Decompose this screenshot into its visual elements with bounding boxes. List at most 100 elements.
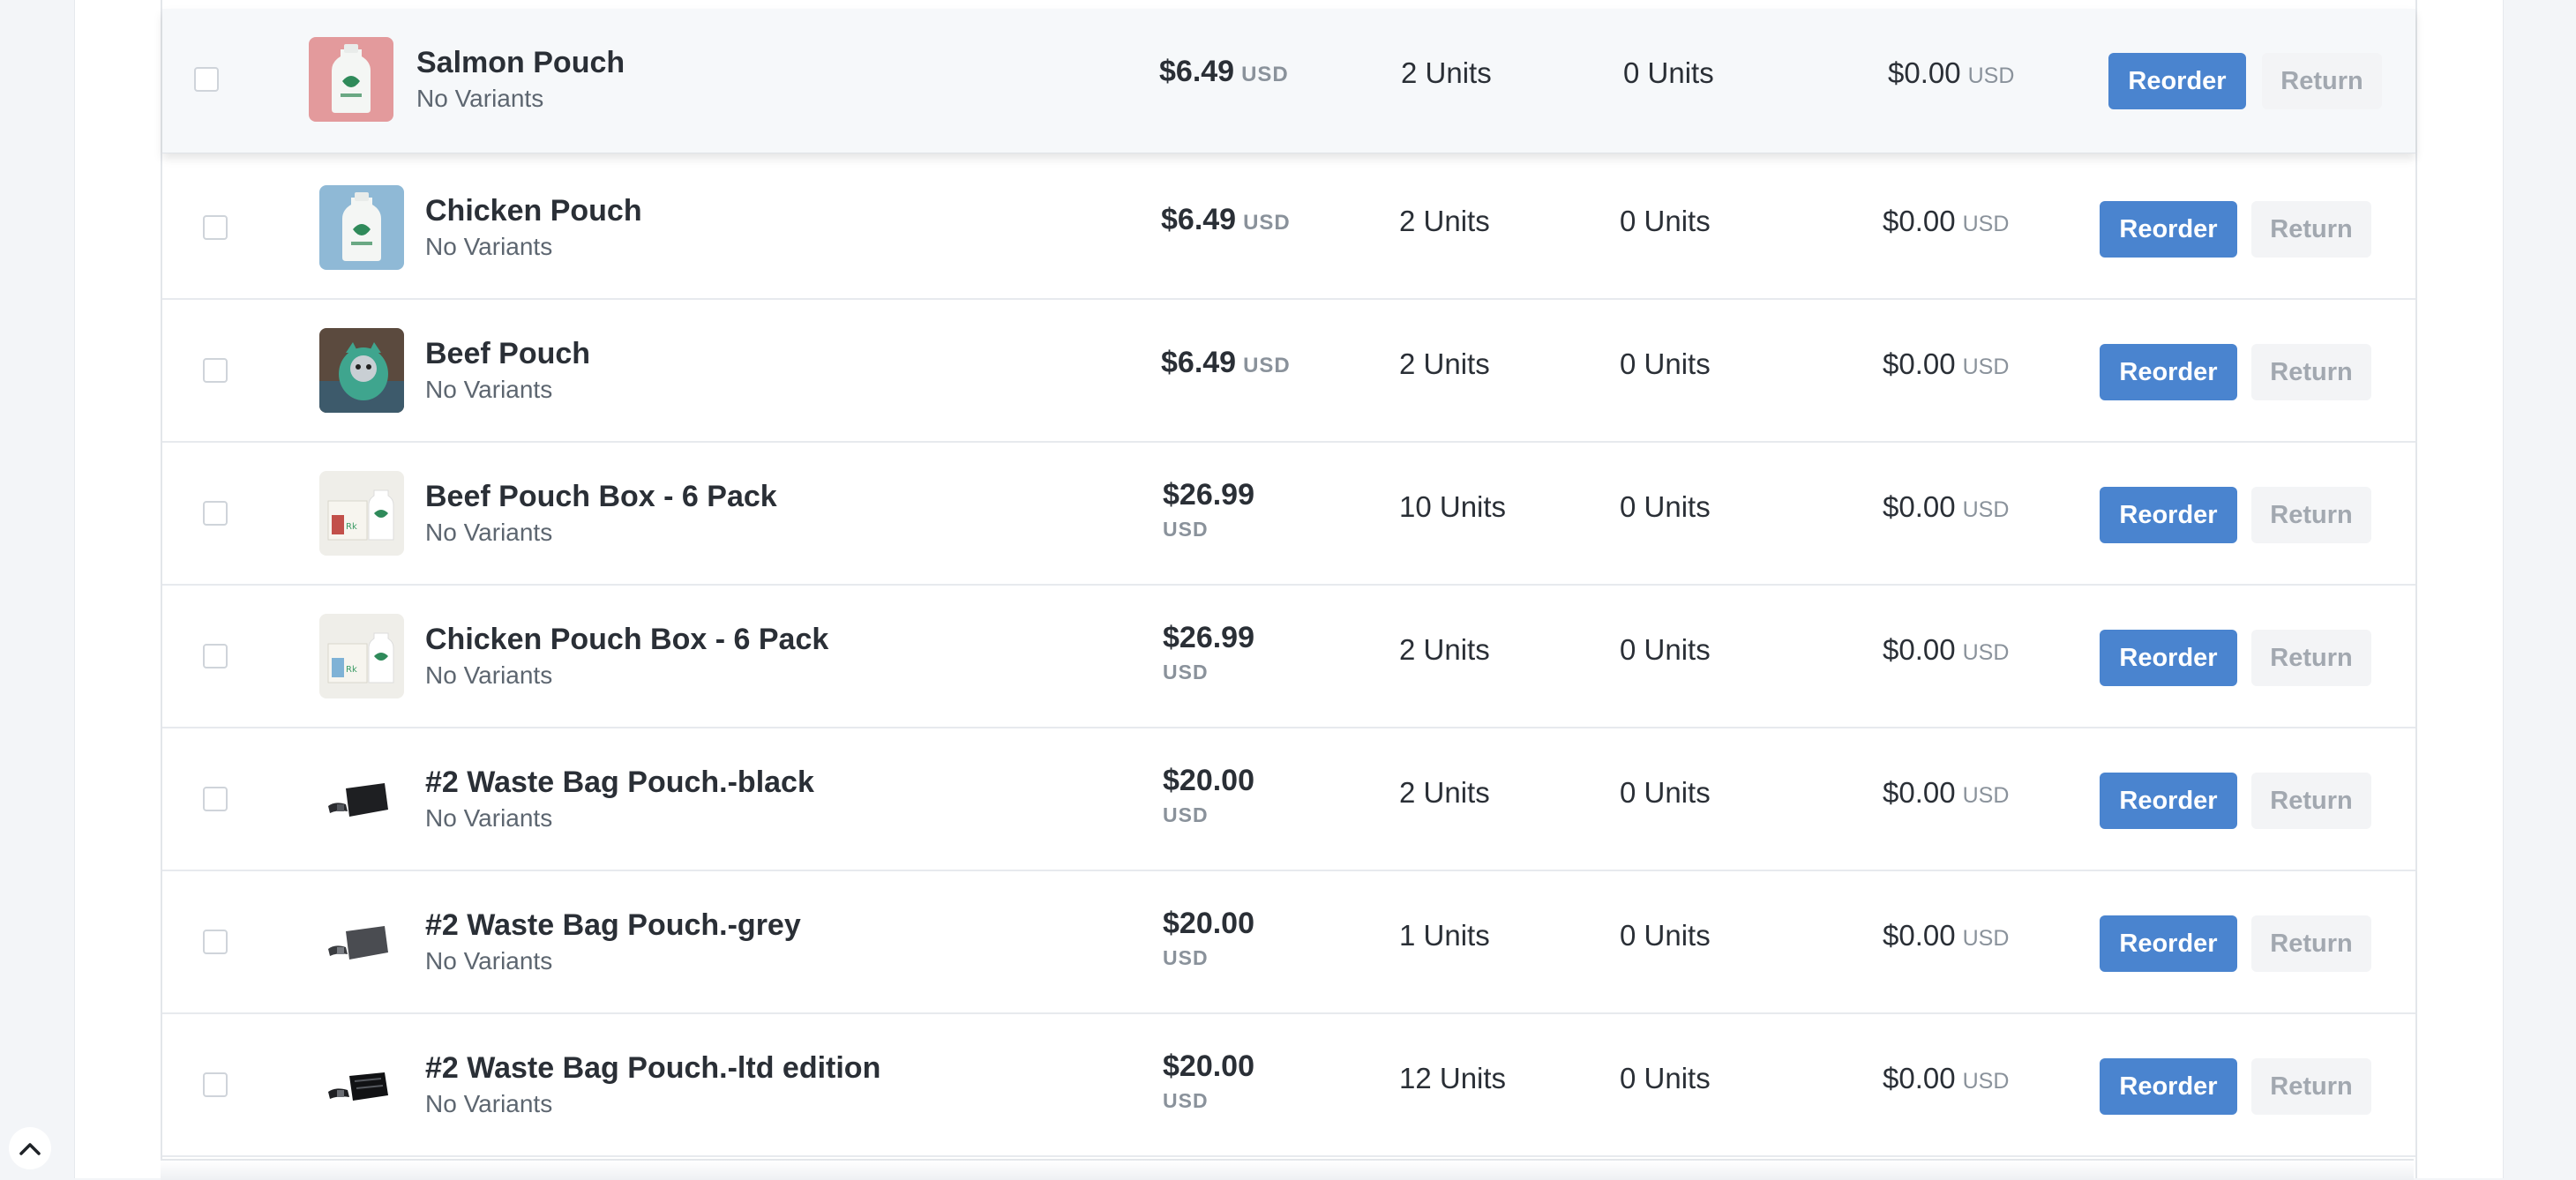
product-name[interactable]: Beef Pouch <box>425 337 590 371</box>
row-checkbox[interactable] <box>203 644 228 668</box>
unit-price: $6.49 USD <box>1161 346 1291 380</box>
return-button[interactable]: Return <box>2251 201 2371 258</box>
price-amount: $26.99 <box>1163 478 1254 512</box>
reorder-button[interactable]: Reorder <box>2108 53 2246 109</box>
units-ordered: 2 Units <box>1399 776 1490 809</box>
units-returned: 0 Units <box>1620 919 1711 952</box>
order-items-table: Salmon Pouch No Variants $6.49 USD 2 Unit… <box>161 0 2417 1178</box>
total-amount: $0.00 <box>1883 776 1956 809</box>
waste-bag-ltd-image <box>319 1042 404 1127</box>
unit-price: $26.99 USD <box>1163 621 1254 684</box>
return-button[interactable]: Return <box>2251 1058 2371 1115</box>
beef-box-image: Rk <box>319 471 404 556</box>
return-button[interactable]: Return <box>2251 487 2371 543</box>
svg-text:Rk: Rk <box>346 665 357 675</box>
price-currency: USD <box>1243 354 1291 377</box>
product-name[interactable]: #2 Waste Bag Pouch.-black <box>425 766 814 800</box>
reorder-button[interactable]: Reorder <box>2100 344 2237 400</box>
table-row[interactable]: Chicken Pouch No Variants $6.49 USD 2 Uni… <box>162 157 2415 300</box>
units-returned: 0 Units <box>1620 633 1711 666</box>
units-returned: 0 Units <box>1620 1062 1711 1094</box>
table-footer-edge <box>161 1159 2414 1180</box>
table-row[interactable]: #2 Waste Bag Pouch.-ltd edition No Varia… <box>162 1014 2415 1157</box>
price-amount: $26.99 <box>1163 621 1254 654</box>
product-name[interactable]: #2 Waste Bag Pouch.-grey <box>425 908 801 943</box>
product-thumbnail <box>319 900 404 984</box>
price-amount: $20.00 <box>1163 764 1254 797</box>
units-ordered: 2 Units <box>1399 205 1490 237</box>
product-thumbnail: Rk <box>319 471 404 556</box>
price-currency: USD <box>1241 63 1289 86</box>
reorder-button[interactable]: Reorder <box>2100 915 2237 972</box>
table-row[interactable]: Beef Pouch No Variants $6.49 USD 2 Units … <box>162 300 2415 443</box>
units-ordered: 12 Units <box>1399 1062 1507 1094</box>
total-amount: $0.00 <box>1883 633 1956 666</box>
total-currency: USD <box>1962 497 2010 522</box>
row-checkbox[interactable] <box>203 787 228 811</box>
price-currency: USD <box>1163 946 1209 969</box>
product-name[interactable]: #2 Waste Bag Pouch.-ltd edition <box>425 1051 880 1086</box>
line-total: $0.00 USD <box>1883 1062 2009 1095</box>
price-amount: $6.49 <box>1161 346 1237 379</box>
total-amount: $0.00 <box>1883 919 1956 952</box>
product-name[interactable]: Salmon Pouch <box>416 46 625 80</box>
product-variant: No Variants <box>425 947 553 975</box>
return-button[interactable]: Return <box>2251 915 2371 972</box>
row-checkbox[interactable] <box>203 501 228 526</box>
product-name[interactable]: Chicken Pouch <box>425 194 642 228</box>
total-amount: $0.00 <box>1888 56 1961 89</box>
table-row[interactable]: Rk Chicken Pouch Box - 6 Pack No Variant… <box>162 586 2415 728</box>
reorder-button[interactable]: Reorder <box>2100 201 2237 258</box>
table-row[interactable]: Salmon Pouch No Variants $6.49 USD 2 Unit… <box>162 9 2415 153</box>
units-ordered: 1 Units <box>1399 919 1490 952</box>
price-amount: $20.00 <box>1163 1049 1254 1083</box>
units-returned: 0 Units <box>1620 776 1711 809</box>
line-total: $0.00 USD <box>1883 919 2009 952</box>
row-checkbox[interactable] <box>203 930 228 954</box>
row-checkbox[interactable] <box>203 215 228 240</box>
product-name[interactable]: Beef Pouch Box - 6 Pack <box>425 480 777 514</box>
row-checkbox[interactable] <box>203 1072 228 1097</box>
return-button[interactable]: Return <box>2262 53 2382 109</box>
price-amount: $6.49 <box>1159 55 1235 88</box>
price-currency: USD <box>1163 803 1209 826</box>
beef-pouch-image <box>319 328 404 413</box>
row-checkbox[interactable] <box>194 67 219 92</box>
scroll-to-top-button[interactable] <box>9 1127 51 1169</box>
table-row[interactable]: Rk Beef Pouch Box - 6 Pack No Variants $… <box>162 443 2415 586</box>
table-row[interactable]: #2 Waste Bag Pouch.-grey No Variants $20… <box>162 871 2415 1014</box>
chicken-pouch-image <box>319 185 404 270</box>
return-button[interactable]: Return <box>2251 630 2371 686</box>
product-variant: No Variants <box>416 85 544 112</box>
total-amount: $0.00 <box>1883 1062 1956 1094</box>
table-row[interactable]: #2 Waste Bag Pouch.-black No Variants $2… <box>162 728 2415 871</box>
line-total: $0.00 USD <box>1883 205 2009 238</box>
product-name[interactable]: Chicken Pouch Box - 6 Pack <box>425 623 828 657</box>
product-thumbnail <box>309 37 393 122</box>
reorder-button[interactable]: Reorder <box>2100 773 2237 829</box>
reorder-button[interactable]: Reorder <box>2100 630 2237 686</box>
price-currency: USD <box>1163 661 1209 683</box>
product-thumbnail <box>319 1042 404 1127</box>
return-button[interactable]: Return <box>2251 344 2371 400</box>
return-button[interactable]: Return <box>2251 773 2371 829</box>
total-currency: USD <box>1962 783 2010 808</box>
unit-price: $6.49 USD <box>1161 203 1291 237</box>
svg-text:Rk: Rk <box>346 522 357 532</box>
product-variant: No Variants <box>425 661 553 689</box>
total-currency: USD <box>1962 926 2010 951</box>
product-thumbnail <box>319 757 404 841</box>
product-variant: No Variants <box>425 1090 553 1117</box>
total-amount: $0.00 <box>1883 490 1956 523</box>
units-returned: 0 Units <box>1620 205 1711 237</box>
units-ordered: 2 Units <box>1399 633 1490 666</box>
line-total: $0.00 USD <box>1883 633 2009 667</box>
product-thumbnail <box>319 185 404 270</box>
line-total: $0.00 USD <box>1888 56 2014 90</box>
price-currency: USD <box>1243 211 1291 235</box>
reorder-button[interactable]: Reorder <box>2100 1058 2237 1115</box>
units-ordered: 2 Units <box>1399 347 1490 380</box>
reorder-button[interactable]: Reorder <box>2100 487 2237 543</box>
units-ordered: 2 Units <box>1401 56 1492 89</box>
row-checkbox[interactable] <box>203 358 228 383</box>
